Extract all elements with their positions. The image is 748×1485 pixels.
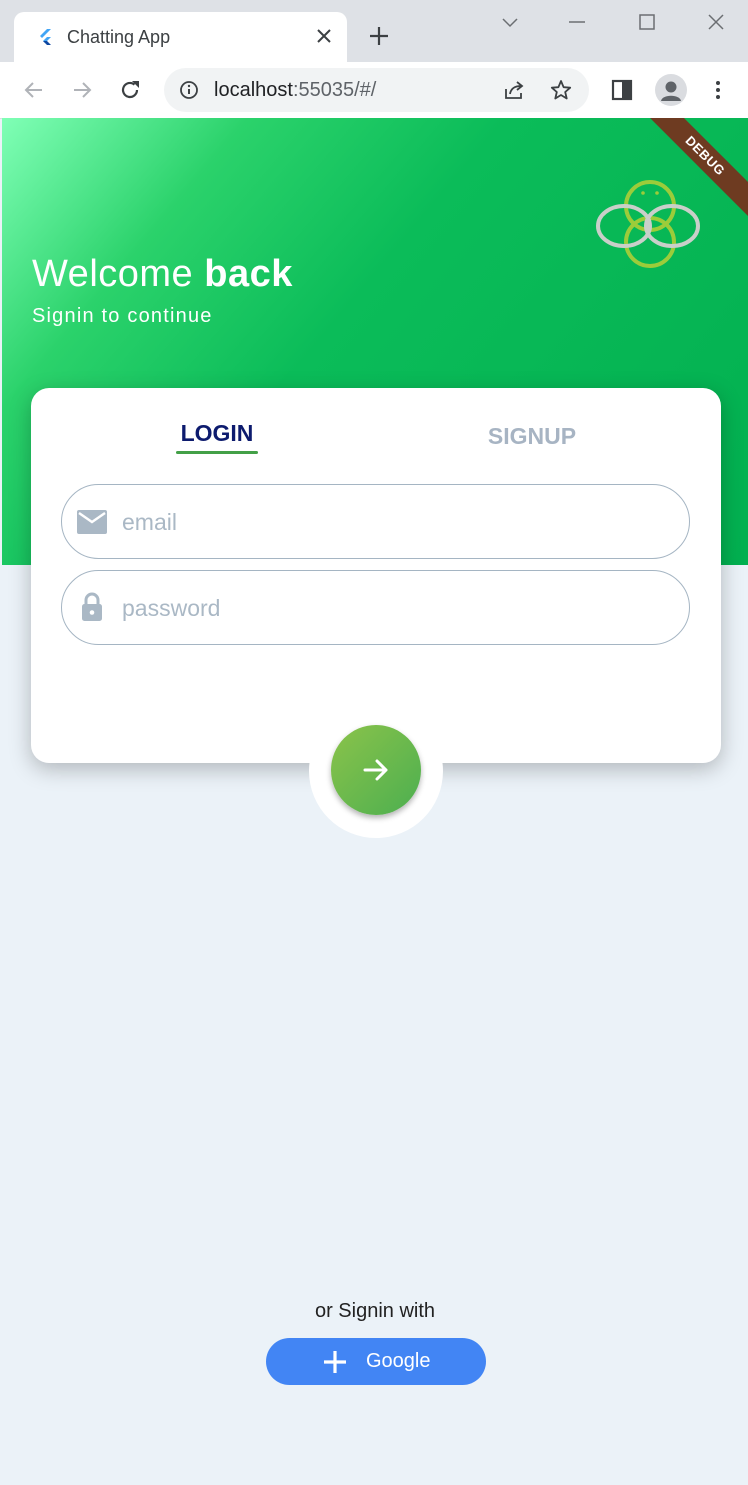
- submit-button[interactable]: [331, 725, 421, 815]
- welcome-prefix: Welcome: [32, 253, 194, 295]
- avatar-icon[interactable]: [655, 74, 687, 106]
- plus-icon: [324, 1351, 346, 1373]
- chevron-down-icon[interactable]: [500, 12, 520, 32]
- address-bar[interactable]: localhost:55035/#/: [164, 68, 589, 112]
- or-signin-text: or Signin with: [314, 1300, 436, 1322]
- window-close-icon[interactable]: [706, 12, 726, 32]
- browser-toolbar: localhost:55035/#/: [0, 62, 748, 119]
- welcome-title: Welcome back: [32, 253, 293, 296]
- maximize-icon[interactable]: [637, 12, 657, 32]
- url-text[interactable]: localhost:55035/#/: [214, 79, 376, 102]
- password-field[interactable]: [61, 570, 690, 645]
- reload-icon[interactable]: [118, 78, 142, 102]
- welcome-bold: back: [204, 253, 293, 295]
- google-signin-button[interactable]: Google: [266, 1338, 486, 1385]
- info-icon[interactable]: [179, 80, 199, 100]
- tab-indicator: [176, 451, 258, 454]
- app-logo-icon: [596, 180, 700, 268]
- arrow-left-icon[interactable]: [22, 78, 46, 102]
- google-button-label: Google: [366, 1350, 431, 1372]
- side-panel-icon[interactable]: [610, 78, 634, 102]
- minimize-icon[interactable]: [567, 12, 587, 32]
- flutter-icon: [40, 29, 51, 45]
- arrow-right-icon: [363, 759, 388, 781]
- tab-login[interactable]: LOGIN: [176, 420, 258, 447]
- url-host: localhost: [214, 79, 293, 101]
- app-viewport: Welcome back Signin to continue DEBUG LO…: [2, 118, 748, 1485]
- star-icon[interactable]: [550, 79, 572, 101]
- tab-signup[interactable]: SIGNUP: [486, 423, 578, 450]
- email-field[interactable]: [61, 484, 690, 559]
- lock-icon: [82, 592, 102, 621]
- arrow-right-icon[interactable]: [70, 78, 94, 102]
- share-icon[interactable]: [503, 79, 525, 101]
- url-path: :55035/#/: [292, 79, 377, 101]
- welcome-subtitle: Signin to continue: [32, 305, 213, 327]
- plus-icon[interactable]: [368, 25, 390, 47]
- email-input[interactable]: [120, 499, 664, 545]
- person-icon: [661, 81, 681, 101]
- kebab-menu-icon[interactable]: [706, 78, 730, 102]
- browser-tab[interactable]: Chatting App: [14, 12, 347, 62]
- tab-title: Chatting App: [67, 27, 171, 47]
- close-icon[interactable]: [315, 27, 333, 45]
- password-input[interactable]: [120, 585, 664, 631]
- browser-tabstrip: Chatting App: [0, 0, 748, 62]
- mail-icon: [77, 510, 107, 534]
